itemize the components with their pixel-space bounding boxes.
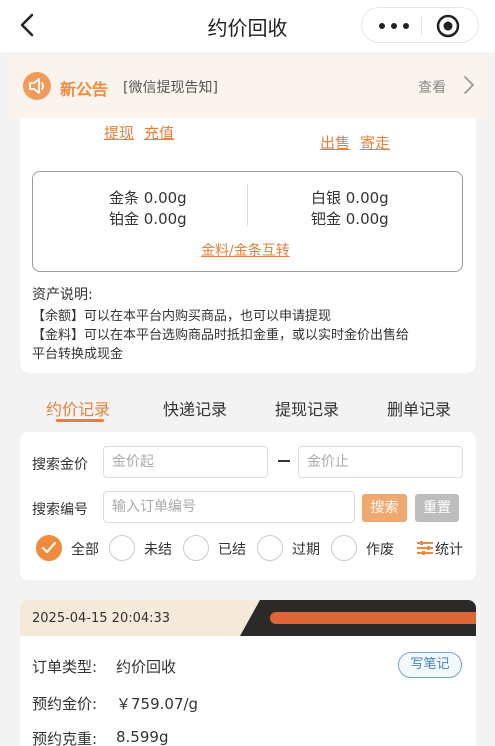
asset-description-line: 【余额】可以在本平台内购买商品，也可以申请提现	[32, 309, 332, 324]
notice-view-link[interactable]: 查看	[418, 77, 446, 97]
filter-unsettled-radio[interactable]	[109, 535, 135, 561]
reserved-price-value: ￥759.07/g	[116, 695, 199, 713]
asset-description-title: 资产说明:	[32, 287, 93, 303]
price-from-input[interactable]	[103, 446, 268, 478]
order-number-input[interactable]	[103, 491, 355, 523]
capsule-divider	[421, 17, 422, 35]
filter-all-radio[interactable]	[36, 535, 62, 561]
notice-bar[interactable]: 新公告 [微信提现告知] 查看	[8, 56, 487, 118]
range-dash	[278, 460, 290, 462]
speaker-icon	[23, 72, 51, 100]
redaction-mark	[270, 612, 476, 624]
order-card[interactable]: 2025-04-15 20:04:33 订单类型: 约价回收 写笔记 预约金价:…	[20, 600, 476, 746]
reserved-price-label: 预约金价:	[32, 695, 98, 713]
notice-text[interactable]: [微信提现告知]	[123, 77, 218, 97]
gold-bar-balance: 金条 0.00g	[109, 189, 187, 207]
reserved-weight-label: 预约克重:	[32, 730, 98, 746]
filter-expired-label[interactable]: 过期	[292, 539, 320, 559]
close-target-icon[interactable]	[436, 14, 460, 38]
more-icon[interactable]	[379, 23, 409, 29]
stats-button[interactable]: 统计	[435, 539, 463, 559]
tab-appointment-records[interactable]: 约价记录	[46, 396, 110, 420]
reset-button[interactable]: 重置	[415, 494, 459, 522]
sliders-icon[interactable]	[416, 540, 434, 556]
notice-title: 新公告	[60, 80, 109, 99]
filter-settled-label[interactable]: 已结	[218, 539, 246, 559]
chevron-right-icon[interactable]	[463, 75, 475, 95]
tab-express-records[interactable]: 快递记录	[163, 396, 227, 420]
balance-box: 金条 0.00g 铂金 0.00g 白银 0.00g 钯金 0.00g 金料/金…	[32, 171, 463, 272]
filter-void-label[interactable]: 作废	[366, 539, 394, 559]
active-tab-indicator	[56, 419, 104, 422]
mini-program-capsule	[361, 7, 479, 43]
reserved-weight-value: 8.599g	[116, 728, 169, 746]
order-type-value: 约价回收	[116, 658, 177, 676]
order-type-label: 订单类型:	[32, 658, 98, 676]
tab-deleted-records[interactable]: 删单记录	[387, 396, 451, 420]
order-datetime: 2025-04-15 20:04:33	[32, 611, 171, 626]
mail-link[interactable]: 寄走	[360, 132, 390, 153]
balance-divider	[247, 184, 248, 226]
transfer-link[interactable]: 金料/金条互转	[201, 240, 290, 260]
asset-card: 提现 充值 出售 寄走 金条 0.00g 铂金 0.00g 白银 0.00g 钯…	[20, 118, 476, 373]
nav-bar: 约价回收	[0, 0, 495, 52]
search-card: 搜索金价 搜索编号 搜索 重置 全部 未结 已结 过期 作废 统计	[20, 432, 476, 580]
silver-balance: 白银 0.00g	[311, 189, 389, 207]
filter-all-label[interactable]: 全部	[71, 539, 99, 559]
asset-description-line: 【金料】可以在本平台选购商品时抵扣金重，或以实时金价出售给	[32, 328, 410, 343]
filter-unsettled-label[interactable]: 未结	[144, 539, 172, 559]
number-search-label: 搜索编号	[32, 502, 88, 518]
asset-description-line: 平台转换成现金	[32, 347, 124, 362]
platinum-balance: 铂金 0.00g	[109, 210, 187, 228]
filter-void-radio[interactable]	[331, 535, 357, 561]
filter-expired-radio[interactable]	[257, 535, 283, 561]
sell-link[interactable]: 出售	[320, 132, 350, 153]
price-to-input[interactable]	[298, 446, 463, 478]
order-header: 2025-04-15 20:04:33	[20, 600, 476, 636]
search-button[interactable]: 搜索	[362, 494, 407, 522]
recharge-link[interactable]: 充值	[144, 122, 174, 143]
check-icon	[42, 542, 56, 554]
withdraw-link[interactable]: 提现	[104, 122, 134, 143]
tab-withdraw-records[interactable]: 提现记录	[275, 396, 339, 420]
price-search-label: 搜索金价	[32, 457, 88, 473]
write-note-button[interactable]: 写笔记	[398, 652, 462, 678]
filter-settled-radio[interactable]	[183, 535, 209, 561]
palladium-balance: 钯金 0.00g	[311, 210, 389, 228]
